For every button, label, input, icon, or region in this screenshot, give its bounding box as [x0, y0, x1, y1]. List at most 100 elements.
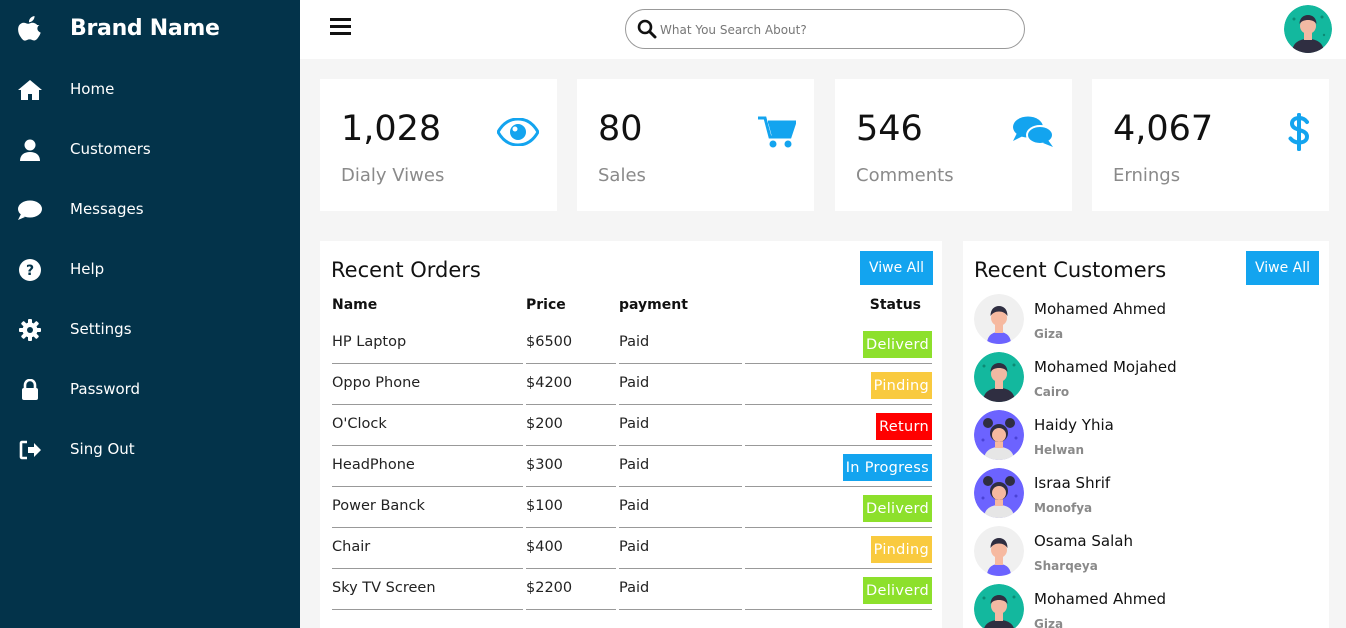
list-item[interactable]: Mohamed Ahmed Giza [974, 294, 1314, 352]
help-icon: ? [18, 259, 42, 281]
order-payment: Paid [619, 324, 742, 364]
sidebar-item-settings[interactable]: Settings [0, 300, 300, 360]
status-badge: Deliverd [863, 577, 932, 604]
stat-card-views[interactable]: 1,028 Dialy Viwes [320, 79, 557, 211]
dollar-icon [1269, 113, 1311, 151]
status-cell: Deliverd [745, 570, 932, 610]
sidebar-item-label: Messages [70, 200, 144, 218]
eye-icon [497, 115, 539, 149]
table-row[interactable]: Oppo Phone $4200 Paid Pinding [332, 365, 932, 406]
lock-icon [18, 379, 42, 401]
customer-city: Cairo [1034, 385, 1070, 399]
apple-icon [18, 16, 42, 42]
column-header-name: Name [332, 297, 378, 313]
sign-out-icon [18, 439, 42, 461]
status-badge: In Progress [842, 454, 932, 481]
brand-name: Brand Name [70, 16, 220, 41]
customer-city: Giza [1034, 617, 1064, 628]
stat-label: Ernings [1113, 165, 1181, 186]
order-payment: Paid [619, 365, 742, 405]
stat-card-comments[interactable]: 546 Comments [835, 79, 1072, 211]
avatar [974, 468, 1024, 518]
status-badge: Return [876, 413, 932, 440]
list-item[interactable]: Osama Salah Sharqeya [974, 526, 1314, 584]
status-cell: In Progress [745, 447, 932, 487]
sidebar-item-sign-out[interactable]: Sing Out [0, 420, 300, 480]
status-cell: Deliverd [745, 488, 932, 528]
order-price: $6500 [526, 324, 616, 364]
stat-number: 1,028 [341, 109, 442, 149]
column-header-price: Price [526, 297, 566, 313]
customer-name: Mohamed Mojahed [1034, 358, 1177, 376]
topbar [300, 0, 1346, 59]
list-item[interactable]: Israa Shrif Monofya [974, 468, 1314, 526]
order-price: $4200 [526, 365, 616, 405]
svg-text:?: ? [26, 263, 34, 279]
status-badge: Pinding [870, 372, 932, 399]
stat-number: 80 [598, 109, 643, 149]
sidebar-item-messages[interactable]: Messages [0, 180, 300, 240]
stat-number: 546 [856, 109, 923, 149]
table-row[interactable]: O'Clock $200 Paid Return [332, 406, 932, 447]
table-row[interactable]: Sky TV Screen $2200 Paid Deliverd [332, 570, 932, 611]
order-name: Power Banck [332, 488, 523, 528]
list-item[interactable]: Haidy Yhia Helwan [974, 410, 1314, 468]
sidebar-item-password[interactable]: Password [0, 360, 300, 420]
stat-label: Comments [856, 165, 954, 186]
search-input[interactable] [660, 18, 1010, 42]
panel-title: Recent Orders [331, 258, 481, 282]
recent-customers-panel: Recent Customers Viwe All Mohamed Ahmed … [963, 241, 1329, 628]
stat-label: Sales [598, 165, 646, 186]
menu-toggle-icon[interactable] [330, 18, 352, 38]
order-name: O'Clock [332, 406, 523, 446]
list-item[interactable]: Mohamed Mojahed Cairo [974, 352, 1314, 410]
order-price: $2200 [526, 570, 616, 610]
order-price: $100 [526, 488, 616, 528]
chat-icon [18, 199, 42, 221]
table-row[interactable]: HeadPhone $300 Paid In Progress [332, 447, 932, 488]
status-cell: Return [745, 406, 932, 446]
table-row[interactable]: Power Banck $100 Paid Deliverd [332, 488, 932, 529]
avatar [974, 584, 1024, 628]
sidebar-item-home[interactable]: Home [0, 60, 300, 120]
sidebar-item-customers[interactable]: Customers [0, 120, 300, 180]
customer-name: Mohamed Ahmed [1034, 590, 1167, 608]
stat-label: Dialy Viwes [341, 165, 445, 186]
avatar[interactable] [1284, 5, 1332, 53]
avatar [974, 526, 1024, 576]
panel-title: Recent Customers [974, 258, 1167, 282]
table-row[interactable]: Chair $400 Paid Pinding [332, 529, 932, 570]
order-name: Oppo Phone [332, 365, 523, 405]
stat-card-earnings[interactable]: 4,067 Ernings [1092, 79, 1329, 211]
customer-city: Helwan [1034, 443, 1085, 457]
view-all-customers-button[interactable]: Viwe All [1246, 251, 1319, 285]
order-price: $400 [526, 529, 616, 569]
view-all-orders-button[interactable]: Viwe All [860, 251, 933, 285]
order-name: Sky TV Screen [332, 570, 523, 610]
status-badge: Pinding [870, 536, 932, 563]
cart-icon [754, 115, 796, 149]
stat-card-sales[interactable]: 80 Sales [577, 79, 814, 211]
recent-orders-panel: Recent Orders Viwe All Name Price paymen… [320, 241, 942, 628]
status-badge: Deliverd [863, 495, 932, 522]
sidebar-item-label: Sing Out [70, 440, 135, 458]
customer-name: Mohamed Ahmed [1034, 300, 1167, 318]
list-item[interactable]: Mohamed Ahmed Giza [974, 584, 1314, 628]
column-header-payment: payment [619, 297, 688, 313]
order-payment: Paid [619, 488, 742, 528]
status-cell: Deliverd [745, 324, 932, 364]
order-name: Chair [332, 529, 523, 569]
order-name: HP Laptop [332, 324, 523, 364]
search-icon [637, 19, 657, 39]
user-icon [18, 139, 42, 161]
sidebar-item-label: Help [70, 260, 105, 278]
order-payment: Paid [619, 529, 742, 569]
avatar [974, 294, 1024, 344]
sidebar: Brand Name Home Customers Messages ? Hel… [0, 0, 300, 628]
search-box[interactable] [625, 9, 1025, 49]
sidebar-item-help[interactable]: ? Help [0, 240, 300, 300]
table-row[interactable]: HP Laptop $6500 Paid Deliverd [332, 324, 932, 365]
brand[interactable]: Brand Name [0, 0, 300, 60]
stat-number: 4,067 [1113, 109, 1214, 149]
sidebar-item-label: Settings [70, 320, 132, 338]
